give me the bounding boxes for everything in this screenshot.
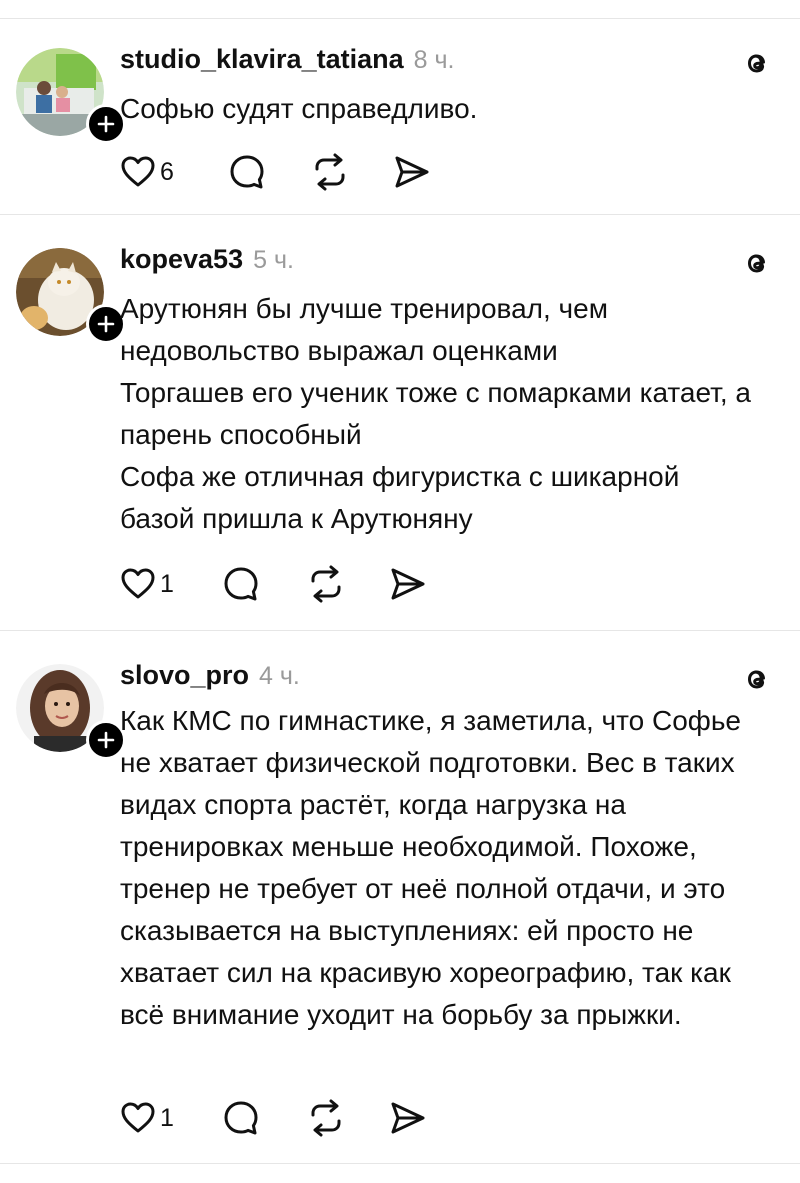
comment-bubble-icon	[224, 567, 258, 601]
repost-icon	[311, 565, 341, 603]
avatar[interactable]	[16, 48, 126, 144]
share-send-icon	[395, 156, 429, 188]
post-paragraph: Арутюнян бы лучше тренировал, чем недово…	[120, 293, 608, 366]
thread-post: studio_klavira_tatiana 8 ч. Софью судят …	[0, 0, 800, 214]
reply-button[interactable]	[222, 564, 260, 604]
repost-button[interactable]	[306, 1098, 346, 1138]
thread-post: kopeva53 5 ч. Арутюнян бы лучше трениров…	[0, 214, 800, 630]
divider	[0, 1163, 800, 1164]
timestamp: 8 ч.	[413, 46, 455, 74]
plus-icon	[97, 731, 115, 749]
share-button[interactable]	[388, 564, 428, 604]
post-paragraph: Софа же отличная фигуристка с шикарной б…	[120, 461, 680, 534]
heart-icon	[121, 568, 155, 599]
post-body: Арутюнян бы лучше тренировал, чем недово…	[120, 288, 760, 540]
post-paragraph: Торгашев его ученик тоже с помарками кат…	[120, 377, 751, 450]
avatar[interactable]	[16, 248, 126, 344]
plus-icon	[97, 315, 115, 333]
like-button[interactable]: 1	[120, 564, 174, 604]
repost-icon	[311, 1099, 341, 1137]
username[interactable]: kopeva53	[120, 244, 243, 275]
comment-bubble-icon	[224, 1101, 258, 1135]
heart-icon	[121, 1102, 155, 1133]
like-button[interactable]: 1	[120, 1098, 174, 1138]
share-button[interactable]	[388, 1098, 428, 1138]
heart-icon	[121, 156, 155, 187]
repost-icon	[315, 153, 345, 191]
post-body: Как КМС по гимнастике, я заметила, что С…	[120, 700, 770, 1036]
timestamp: 5 ч.	[253, 246, 294, 274]
reply-button[interactable]	[222, 1098, 260, 1138]
like-count: 6	[160, 157, 174, 186]
repost-button[interactable]	[306, 564, 346, 604]
timestamp: 4 ч.	[259, 662, 300, 690]
thread-post: slovo_pro 4 ч. Как КМС по гимнастике, я …	[0, 630, 800, 1163]
avatar[interactable]	[16, 664, 126, 760]
username[interactable]: studio_klavira_tatiana	[120, 44, 404, 75]
post-paragraph: Софью судят справедливо.	[120, 93, 478, 124]
share-send-icon	[391, 1102, 425, 1134]
post-paragraph: Как КМС по гимнастике, я заметила, что С…	[120, 705, 741, 1030]
action-bar: 1	[120, 1098, 520, 1138]
reply-button[interactable]	[228, 152, 266, 192]
like-button[interactable]: 6	[120, 152, 174, 192]
share-button[interactable]	[392, 152, 432, 192]
share-send-icon	[391, 568, 425, 600]
action-bar: 6	[120, 152, 520, 192]
like-count: 1	[160, 569, 174, 598]
like-count: 1	[160, 1103, 174, 1132]
action-bar: 1	[120, 564, 520, 604]
threads-logo-icon[interactable]	[740, 246, 774, 280]
repost-button[interactable]	[310, 152, 350, 192]
comment-bubble-icon	[230, 155, 264, 189]
threads-logo-icon[interactable]	[740, 662, 774, 696]
threads-logo-icon[interactable]	[740, 46, 774, 80]
post-body: Софью судят справедливо.	[120, 88, 780, 130]
username[interactable]: slovo_pro	[120, 660, 249, 691]
plus-icon	[97, 115, 115, 133]
